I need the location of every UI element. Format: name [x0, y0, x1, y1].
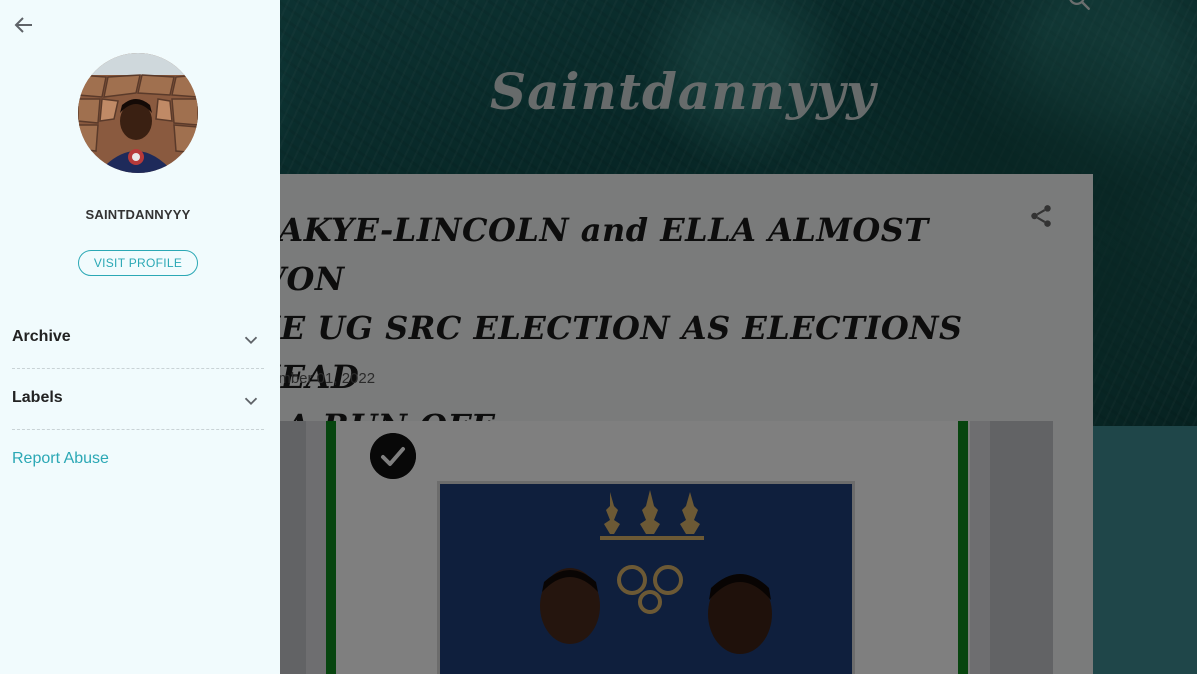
- avatar[interactable]: [78, 53, 198, 173]
- labels-label: Labels: [12, 389, 63, 406]
- back-arrow-icon[interactable]: [10, 11, 38, 39]
- chevron-down-icon[interactable]: [240, 329, 262, 351]
- visit-profile-button[interactable]: VISIT PROFILE: [78, 250, 198, 276]
- archive-label: Archive: [12, 328, 71, 345]
- chevron-down-icon[interactable]: [240, 390, 262, 412]
- labels-section-toggle[interactable]: Labels: [12, 369, 264, 430]
- avatar-photo: [78, 53, 198, 173]
- profile-drawer: SAINTDANNYYY VISIT PROFILE Archive Label…: [0, 0, 280, 674]
- report-abuse-link[interactable]: Report Abuse: [12, 450, 109, 468]
- profile-name: SAINTDANNYYY: [85, 207, 191, 222]
- archive-section-toggle[interactable]: Archive: [12, 308, 264, 369]
